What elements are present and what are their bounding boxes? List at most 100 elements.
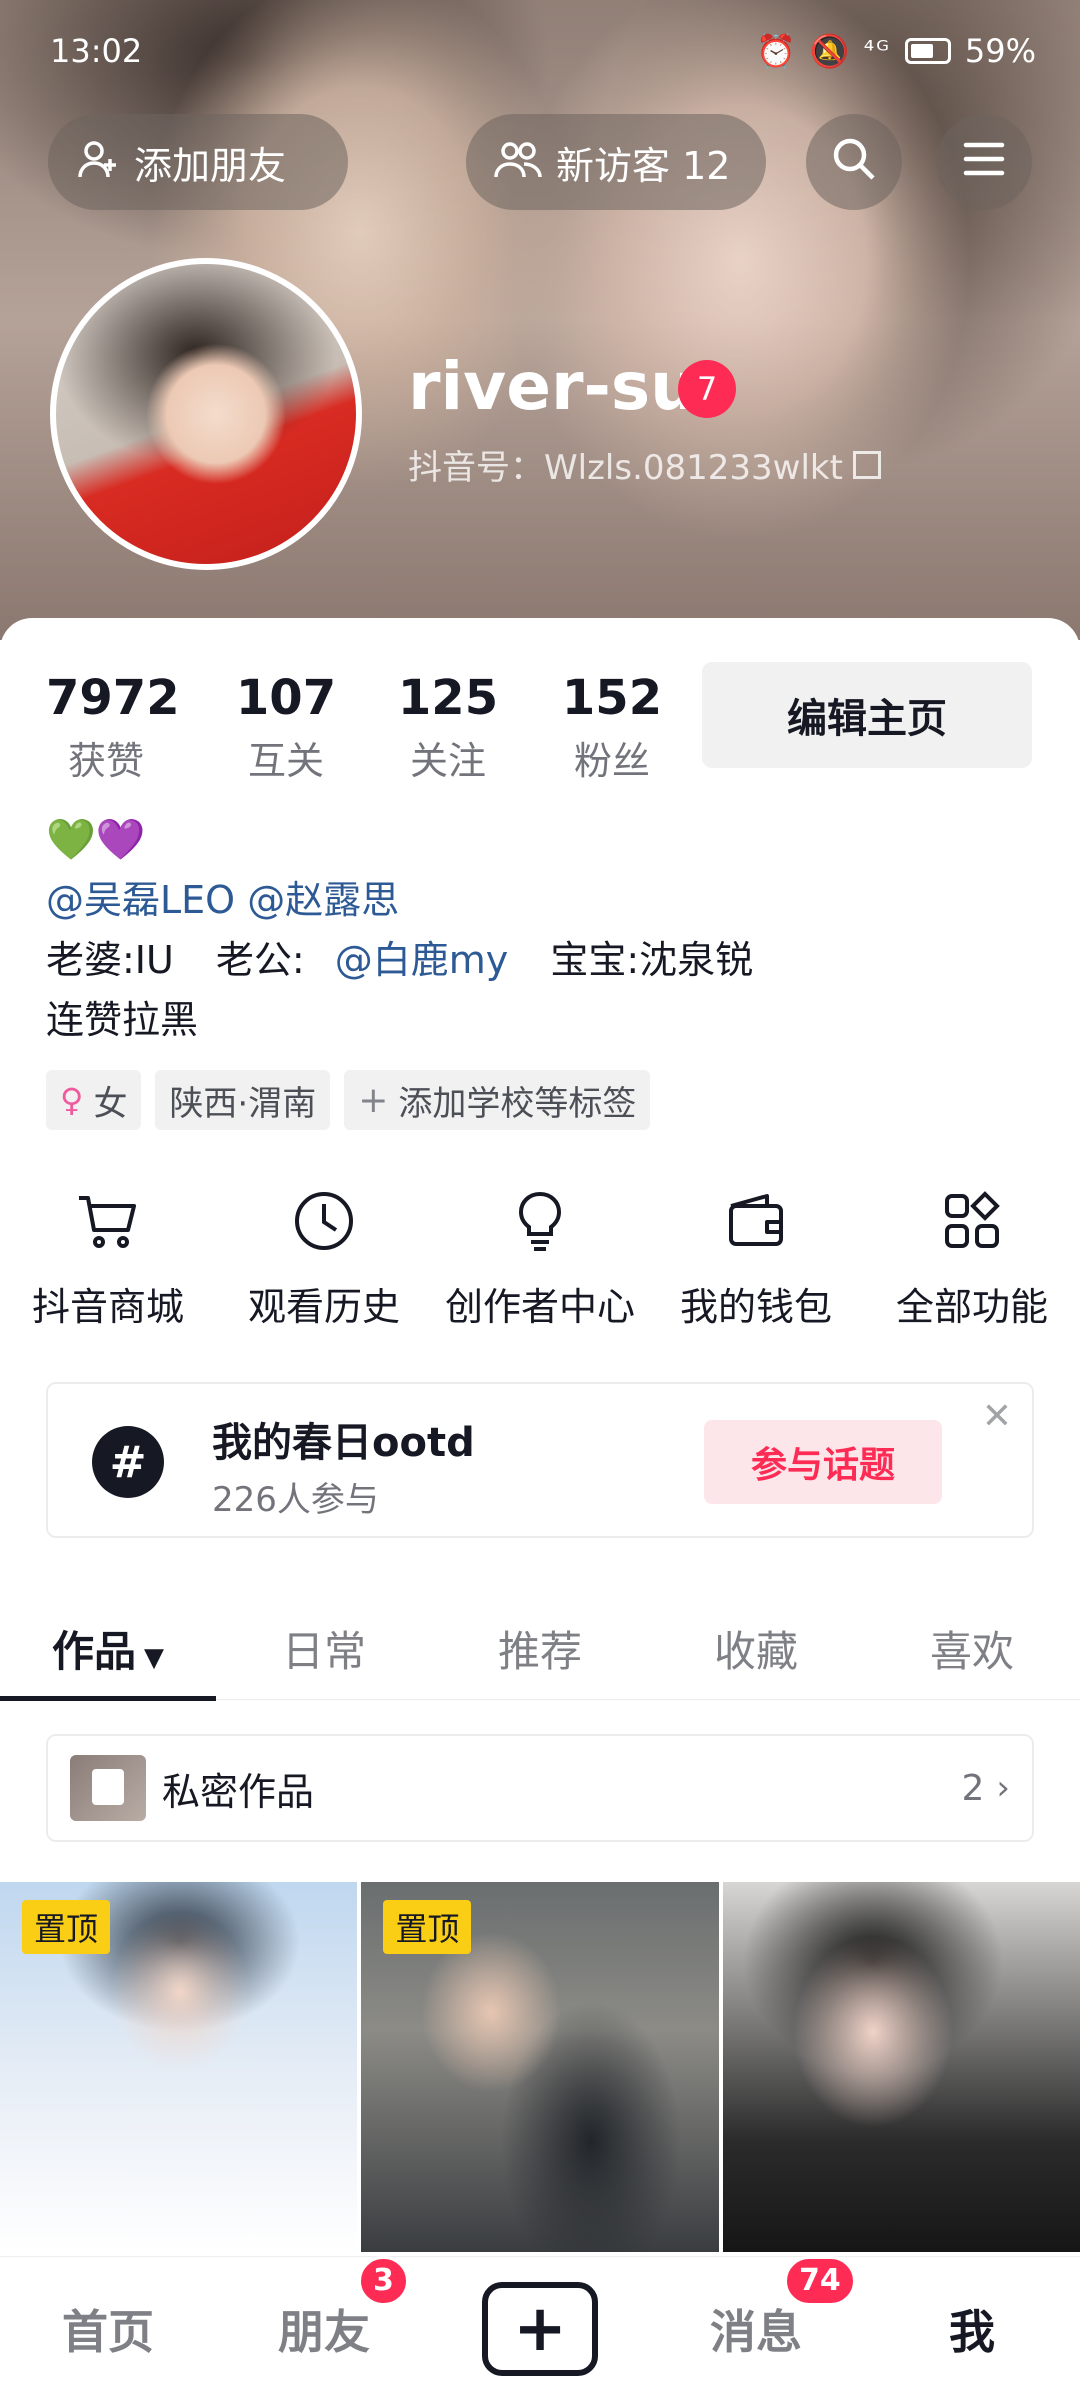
menu-button[interactable] [936,114,1032,210]
bio-baby: 宝宝:沈泉锐 [550,938,754,982]
private-thumbnail [70,1755,146,1821]
new-visitors-button[interactable]: 新访客 12 [466,114,766,210]
feature-label: 我的钱包 [679,1285,832,1329]
apps-icon [945,1191,1000,1248]
add-tag-label: 添加学校等标签 [398,1083,637,1124]
status-icons: ⏰ 🔕 ⁴ᴳ 59% [756,32,1036,70]
stat-value: 152 [561,670,663,726]
close-icon[interactable]: ✕ [982,1396,1012,1437]
create-plus-icon[interactable]: + [482,2281,598,2376]
lightbulb-icon [518,1191,562,1251]
status-time: 13:02 [50,32,143,70]
cart-icon [79,1196,136,1248]
douyin-id[interactable]: 抖音号：Wlzls.081233wlkt [408,440,881,489]
private-works-count: 2 [961,1767,985,1809]
feature-shortcuts: 抖音商城 观看历史 创作者中心 我的钱包 全部功能 [0,1188,1080,1331]
hashtag-icon: # [92,1426,164,1498]
profile-cover[interactable]: 13:02 ⏰ 🔕 ⁴ᴳ 59% 添加朋友 新访客 12 river-su 7 [0,0,1080,640]
avatar[interactable] [50,258,362,570]
level-badge[interactable]: 7 [678,360,736,418]
nav-me[interactable]: 我 [864,2296,1080,2362]
nav-home[interactable]: 首页 [0,2296,216,2362]
topic-card[interactable]: # 我的春日ootd 226人参与 参与话题 ✕ [46,1382,1034,1538]
stat-likes[interactable]: 7972 获赞 [46,670,180,785]
bio-mention[interactable]: @赵露思 [247,878,399,922]
stat-label: 粉丝 [573,739,650,783]
stat-label: 关注 [409,739,486,783]
battery-percent: 59% [964,32,1036,70]
status-bar: 13:02 ⏰ 🔕 ⁴ᴳ 59% [0,28,1080,76]
edit-profile-button[interactable]: 编辑主页 [702,662,1032,768]
tab-label: 作品 [51,1627,136,1676]
feature-history[interactable]: 观看历史 [216,1188,432,1331]
video-thumbnail[interactable]: 置顶 [0,1882,358,2252]
qr-code-icon[interactable] [852,450,881,479]
bio: 💚💜 @吴磊LEO @赵露思 老婆:IU 老公: @白鹿my 宝宝:沈泉锐 连赞拉… [46,810,753,1050]
menu-icon [962,141,1006,184]
profile-tags: ♀ 女 陕西·渭南 + 添加学校等标签 [46,1070,651,1130]
tab-daily[interactable]: 日常 [216,1608,432,1699]
signal-icon: ⁴ᴳ [863,36,891,66]
join-topic-button[interactable]: 参与话题 [704,1420,942,1504]
nav-friends-label: 朋友 [278,2304,370,2359]
bottom-nav: 首页 朋友 3 + 消息 74 我 [0,2255,1080,2400]
feature-mall[interactable]: 抖音商城 [0,1188,216,1331]
nav-create[interactable]: + [432,2281,648,2376]
feature-label: 创作者中心 [444,1285,635,1329]
battery-icon [904,38,951,64]
content-tabs: 作品 ▼ 日常 推荐 收藏 喜欢 [0,1608,1080,1701]
nav-messages[interactable]: 消息 74 [648,2255,864,2362]
topic-participants: 226人参与 [212,1480,379,1520]
bio-emoji: 💚💜 [46,817,146,863]
search-button[interactable] [806,114,902,210]
stat-label: 互关 [247,739,324,783]
stat-value: 107 [235,670,337,726]
notification-badge: 3 [358,2255,409,2306]
tab-recommended[interactable]: 推荐 [432,1608,648,1699]
feature-wallet[interactable]: 我的钱包 [648,1188,864,1331]
feature-all-functions[interactable]: 全部功能 [864,1188,1080,1331]
bio-mentions-line: @吴磊LEO @赵露思 [46,870,753,930]
private-works-label: 私密作品 [162,1769,315,1814]
topic-title: 我的春日ootd [212,1420,475,1466]
nav-friends[interactable]: 朋友 3 [216,2255,432,2362]
clock-icon [295,1192,353,1250]
person-add-icon [76,137,120,188]
bio-relations-line: 老婆:IU 老公: @白鹿my 宝宝:沈泉锐 [46,930,753,990]
female-icon: ♀ [60,1081,84,1119]
douyin-id-text: 抖音号：Wlzls.081233wlkt [408,448,843,488]
feature-label: 抖音商城 [31,1285,184,1329]
bio-mention[interactable]: @白鹿my [335,938,509,982]
video-thumbnail[interactable]: 置顶 [361,1882,719,2252]
tab-favorites[interactable]: 收藏 [648,1608,864,1699]
new-visitors-label: 新访客 12 [556,143,731,188]
video-thumbnail[interactable] [722,1882,1080,2252]
tab-works[interactable]: 作品 ▼ [0,1608,216,1701]
stat-value: 7972 [46,670,180,726]
stat-mutual[interactable]: 107 互关 [226,670,346,785]
gender-tag: ♀ 女 [46,1070,142,1130]
feature-creator-center[interactable]: 创作者中心 [432,1188,648,1331]
profile-card: 7972 获赞 107 互关 125 关注 152 粉丝 编辑主页 💚💜 @吴磊… [0,618,1080,2258]
chevron-right-icon: › [996,1768,1010,1808]
stat-following[interactable]: 125 关注 [388,670,508,785]
lock-icon [92,1769,124,1805]
add-tag-button[interactable]: + 添加学校等标签 [344,1070,651,1130]
add-friend-label: 添加朋友 [134,143,287,188]
private-works-row[interactable]: 私密作品 2 › [46,1734,1034,1842]
pinned-badge: 置顶 [383,1900,472,1954]
stat-followers[interactable]: 152 粉丝 [552,670,672,785]
gender-label: 女 [93,1083,128,1124]
bio-husband-prefix: 老公: [215,938,305,982]
bio-mention[interactable]: @吴磊LEO [46,878,235,922]
username: river-su [408,348,698,425]
search-icon [831,136,877,189]
wallet-icon [729,1194,783,1246]
notification-badge: 74 [784,2255,856,2306]
tab-likes[interactable]: 喜欢 [864,1608,1080,1699]
feature-label: 观看历史 [247,1285,400,1329]
add-friend-button[interactable]: 添加朋友 [48,114,348,210]
location-tag: 陕西·渭南 [155,1070,331,1130]
bio-last-line: 连赞拉黑 [46,998,199,1042]
mute-icon: 🔕 [809,32,850,70]
